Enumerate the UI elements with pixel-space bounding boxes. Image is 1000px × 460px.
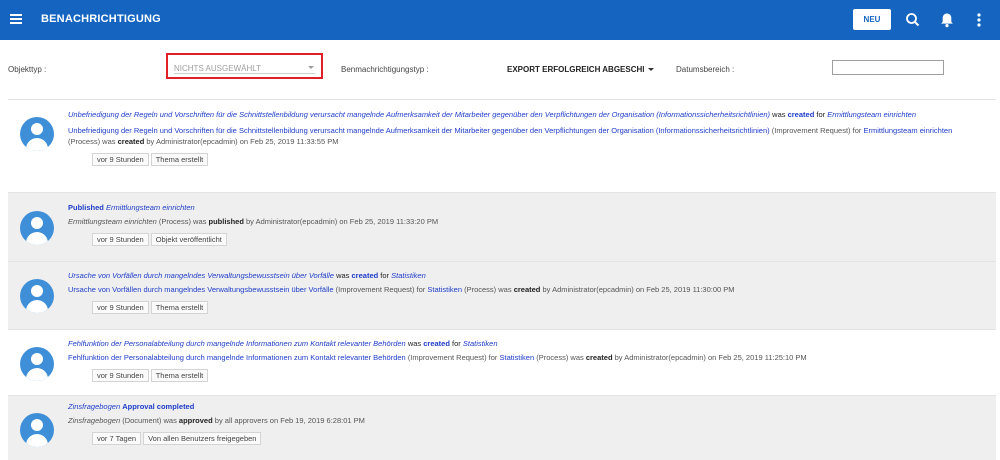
time-badge: vor 9 Stunden <box>92 233 149 246</box>
object-type-value: NICHTS AUSGEWÄHLT <box>174 64 261 73</box>
detail-subject-link[interactable]: Unbefriedigung der Regeln und Vorschrift… <box>68 126 770 135</box>
filter-bar: Objekttyp : NICHTS AUSGEWÄHLT Benmachric… <box>0 52 1000 84</box>
notification-target-link[interactable]: Statistiken <box>391 271 426 280</box>
notification-type-value: EXPORT ERFOLGREICH ABGESCHl <box>507 65 645 74</box>
event-badge: Thema erstellt <box>150 153 209 166</box>
notification-target-link[interactable]: Ermittlungsteam einrichten <box>106 203 195 212</box>
notification-subject-link[interactable]: Fehlfunktion der Personalabteilung durch… <box>68 339 406 348</box>
detail-target-link[interactable]: Ermittlungsteam einrichten <box>863 126 952 135</box>
event-badge: Thema erstellt <box>150 301 209 314</box>
avatar <box>20 347 54 381</box>
detail-target-link[interactable]: Statistiken <box>427 285 462 294</box>
notification-item[interactable]: Ursache von Vorfällen durch mangelndes V… <box>8 261 996 329</box>
detail-target-link[interactable]: Statistiken <box>500 353 535 362</box>
event-badge: Thema erstellt <box>150 369 209 382</box>
detail-subject-link[interactable]: Ursache von Vorfällen durch mangelndes V… <box>68 285 334 294</box>
notification-item[interactable]: Zinsfragebogen Approval completed Zinsfr… <box>8 395 996 460</box>
notification-target-link[interactable]: Ermittlungsteam einrichten <box>827 110 916 119</box>
notification-list: Unbefriedigung der Regeln und Vorschrift… <box>8 99 996 460</box>
notification-subject-link[interactable]: Unbefriedigung der Regeln und Vorschrift… <box>68 110 770 119</box>
object-type-select[interactable]: NICHTS AUSGEWÄHLT <box>166 53 323 79</box>
caret-down-icon <box>647 68 654 72</box>
time-badge: vor 9 Stunden <box>92 301 149 314</box>
notification-subject-link[interactable]: Zinsfragebogen <box>68 402 120 411</box>
notification-type-select[interactable]: EXPORT ERFOLGREICH ABGESCHl <box>507 65 654 74</box>
avatar <box>20 279 54 313</box>
date-range-label: Datumsbereich : <box>676 65 735 74</box>
chevron-down-icon <box>308 66 314 69</box>
notification-type-label: Benmachrichtigungstyp : <box>341 65 429 74</box>
app-header: BENACHRICHTIGUNG NEU <box>0 0 1000 40</box>
time-badge: vor 7 Tagen <box>92 432 142 445</box>
object-type-label: Objekttyp : <box>8 65 47 74</box>
time-badge: vor 9 Stunden <box>92 153 149 166</box>
notification-item[interactable]: Published Ermittlungsteam einrichten Erm… <box>8 192 996 261</box>
avatar <box>20 413 54 447</box>
event-badge: Von allen Benutzers freigegeben <box>143 432 262 445</box>
new-button[interactable]: NEU <box>853 9 891 30</box>
event-badge: Objekt veröffentlicht <box>150 233 227 246</box>
page-title: BENACHRICHTIGUNG <box>41 13 161 25</box>
detail-subject-link[interactable]: Fehlfunktion der Personalabteilung durch… <box>68 353 406 362</box>
notification-item[interactable]: Fehlfunktion der Personalabteilung durch… <box>8 329 996 395</box>
time-badge: vor 9 Stunden <box>92 369 149 382</box>
bell-icon[interactable] <box>937 10 957 30</box>
notification-item[interactable]: Unbefriedigung der Regeln und Vorschrift… <box>8 99 996 192</box>
more-vert-icon[interactable] <box>969 10 989 30</box>
avatar <box>20 211 54 245</box>
date-range-input[interactable] <box>832 60 944 75</box>
notification-target-link[interactable]: Statistiken <box>463 339 498 348</box>
notification-subject-link[interactable]: Ursache von Vorfällen durch mangelndes V… <box>68 271 334 280</box>
search-icon[interactable] <box>903 10 923 30</box>
menu-icon[interactable] <box>10 12 22 26</box>
avatar <box>20 117 54 151</box>
